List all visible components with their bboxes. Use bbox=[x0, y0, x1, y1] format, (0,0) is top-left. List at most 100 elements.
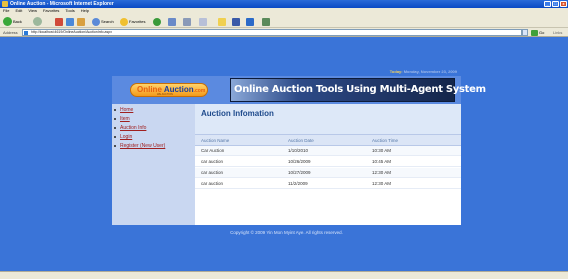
cell-auction-date: 11/2/2009 bbox=[288, 181, 308, 186]
tools-icon bbox=[262, 17, 270, 26]
back-label: Back bbox=[13, 19, 22, 24]
favorites-label: Favorites bbox=[129, 19, 146, 24]
site-logo[interactable]: Online Auction.com WE AUCTION bbox=[130, 83, 208, 97]
back-arrow-icon bbox=[3, 17, 12, 26]
cell-auction-time: 12:30 AM bbox=[372, 181, 392, 186]
window-title: Online Auction - Microsoft Internet Expl… bbox=[10, 1, 114, 7]
cell-auction-time: 10:45 AM bbox=[372, 159, 392, 164]
nav-label: Login bbox=[120, 134, 133, 140]
home-icon bbox=[77, 17, 85, 26]
bullet-icon bbox=[114, 145, 116, 147]
star-icon bbox=[120, 17, 128, 26]
ie-app-icon bbox=[2, 1, 8, 7]
logo-subtitle: WE AUCTION bbox=[157, 93, 173, 96]
go-arrow-icon bbox=[531, 29, 538, 36]
table-header: Auction Name Auction Date Auction Time bbox=[195, 134, 461, 146]
auction-table-body: Car Auction 1/10/2010 10:30 AM car aucti… bbox=[195, 146, 461, 190]
nav-auction-info[interactable]: Auction Info bbox=[114, 125, 147, 131]
column-header-time: Auction Time bbox=[372, 138, 399, 143]
address-input[interactable]: http://localhost:4619/OnlineAuction/Auct… bbox=[22, 29, 522, 36]
edit-icon bbox=[199, 17, 207, 26]
address-bar: Address http://localhost:4619/OnlineAuct… bbox=[0, 28, 568, 37]
cell-auction-date: 10/27/2009 bbox=[288, 170, 311, 175]
table-row[interactable]: car auction 11/2/2009 12:30 AM bbox=[195, 179, 461, 189]
column-header-date: Auction Date bbox=[288, 138, 314, 143]
bullet-icon bbox=[114, 109, 116, 111]
stop-button[interactable] bbox=[55, 17, 63, 26]
browser-content: Today: Monday, November 23, 2009 Online … bbox=[0, 37, 568, 271]
search-label: Search bbox=[101, 19, 114, 24]
main-content: Auction Infomation Auction Name Auction … bbox=[195, 104, 461, 225]
print-button[interactable] bbox=[183, 17, 191, 26]
search-button[interactable]: Search bbox=[92, 17, 114, 26]
go-label: Go bbox=[539, 30, 545, 35]
tools-button[interactable] bbox=[262, 17, 270, 26]
research-icon bbox=[232, 17, 240, 26]
history-icon bbox=[153, 17, 161, 26]
nav-home[interactable]: Home bbox=[114, 107, 134, 113]
window-controls: _ □ x bbox=[544, 1, 567, 7]
cell-auction-name: Car Auction bbox=[201, 148, 225, 153]
site-header-top: Today: Monday, November 23, 2009 bbox=[112, 66, 461, 76]
table-row[interactable]: Car Auction 1/10/2010 10:30 AM bbox=[195, 146, 461, 156]
sidebar-nav: Home Item Auction Info Login Register (N… bbox=[112, 104, 195, 225]
nav-item[interactable]: Item bbox=[114, 116, 130, 122]
print-icon bbox=[183, 17, 191, 26]
address-url: http://localhost:4619/OnlineAuction/Auct… bbox=[31, 30, 112, 34]
search-icon bbox=[92, 17, 100, 26]
logo-text-com: .com bbox=[193, 88, 206, 94]
address-label: Address bbox=[3, 30, 18, 35]
status-bar bbox=[0, 271, 568, 279]
mail-icon bbox=[168, 17, 176, 26]
address-dropdown-button[interactable] bbox=[522, 29, 528, 36]
cell-auction-name: car auction bbox=[201, 181, 224, 186]
stop-icon bbox=[55, 17, 63, 26]
page-icon bbox=[24, 31, 28, 35]
mail-button[interactable] bbox=[168, 17, 176, 26]
favorites-button[interactable]: Favorites bbox=[120, 17, 145, 26]
nav-label: Item bbox=[120, 116, 130, 122]
site-footer: Copyright © 2009 Yin Mon Myint Aye. All … bbox=[112, 225, 461, 244]
messenger-button[interactable] bbox=[246, 17, 254, 26]
table-row[interactable]: car auction 10/26/2009 10:45 AM bbox=[195, 157, 461, 167]
cell-auction-name: car auction bbox=[201, 159, 224, 164]
cell-auction-name: car auction bbox=[201, 170, 224, 175]
edit-button[interactable] bbox=[199, 17, 207, 26]
cell-auction-time: 10:30 AM bbox=[372, 148, 392, 153]
cell-auction-date: 10/26/2009 bbox=[288, 159, 311, 164]
bullet-icon bbox=[114, 127, 116, 129]
folder-icon bbox=[218, 17, 226, 26]
site-banner: Online Auction.com WE AUCTION Online Auc… bbox=[112, 76, 486, 104]
site-container: Today: Monday, November 23, 2009 Online … bbox=[112, 66, 486, 244]
nav-label: Register (New User) bbox=[120, 143, 166, 149]
browser-toolbar: Back Search Favorites bbox=[0, 14, 568, 28]
links-button[interactable]: Links bbox=[553, 30, 562, 35]
minimize-button[interactable]: _ bbox=[544, 1, 551, 7]
refresh-icon bbox=[66, 17, 74, 26]
copyright-text: Copyright © 2009 Yin Mon Myint Aye. All … bbox=[230, 230, 343, 235]
close-button[interactable]: x bbox=[560, 1, 567, 7]
table-row[interactable]: car auction 10/27/2009 12:30 AM bbox=[195, 168, 461, 178]
refresh-button[interactable] bbox=[66, 17, 74, 26]
nav-register[interactable]: Register (New User) bbox=[114, 143, 166, 149]
banner-title: Online Auction Tools Using Multi-Agent S… bbox=[234, 84, 486, 95]
discuss-button[interactable] bbox=[218, 17, 226, 26]
today-date: Today: Monday, November 23, 2009 bbox=[389, 69, 457, 74]
forward-button[interactable] bbox=[33, 17, 42, 26]
window-titlebar: Online Auction - Microsoft Internet Expl… bbox=[0, 0, 568, 8]
go-button[interactable]: Go bbox=[531, 29, 547, 36]
page-title: Auction Infomation bbox=[201, 109, 274, 118]
nav-label: Home bbox=[120, 107, 134, 113]
maximize-button[interactable]: □ bbox=[552, 1, 559, 7]
history-button[interactable] bbox=[153, 17, 161, 26]
messenger-icon bbox=[246, 17, 254, 26]
nav-label: Auction Info bbox=[120, 125, 147, 131]
bullet-icon bbox=[114, 136, 116, 138]
nav-login[interactable]: Login bbox=[114, 134, 133, 140]
research-button[interactable] bbox=[232, 17, 240, 26]
back-button[interactable]: Back bbox=[3, 17, 22, 26]
column-header-name: Auction Name bbox=[201, 138, 230, 143]
bullet-icon bbox=[114, 118, 116, 120]
today-label: Today bbox=[389, 69, 402, 74]
home-button[interactable] bbox=[77, 17, 85, 26]
